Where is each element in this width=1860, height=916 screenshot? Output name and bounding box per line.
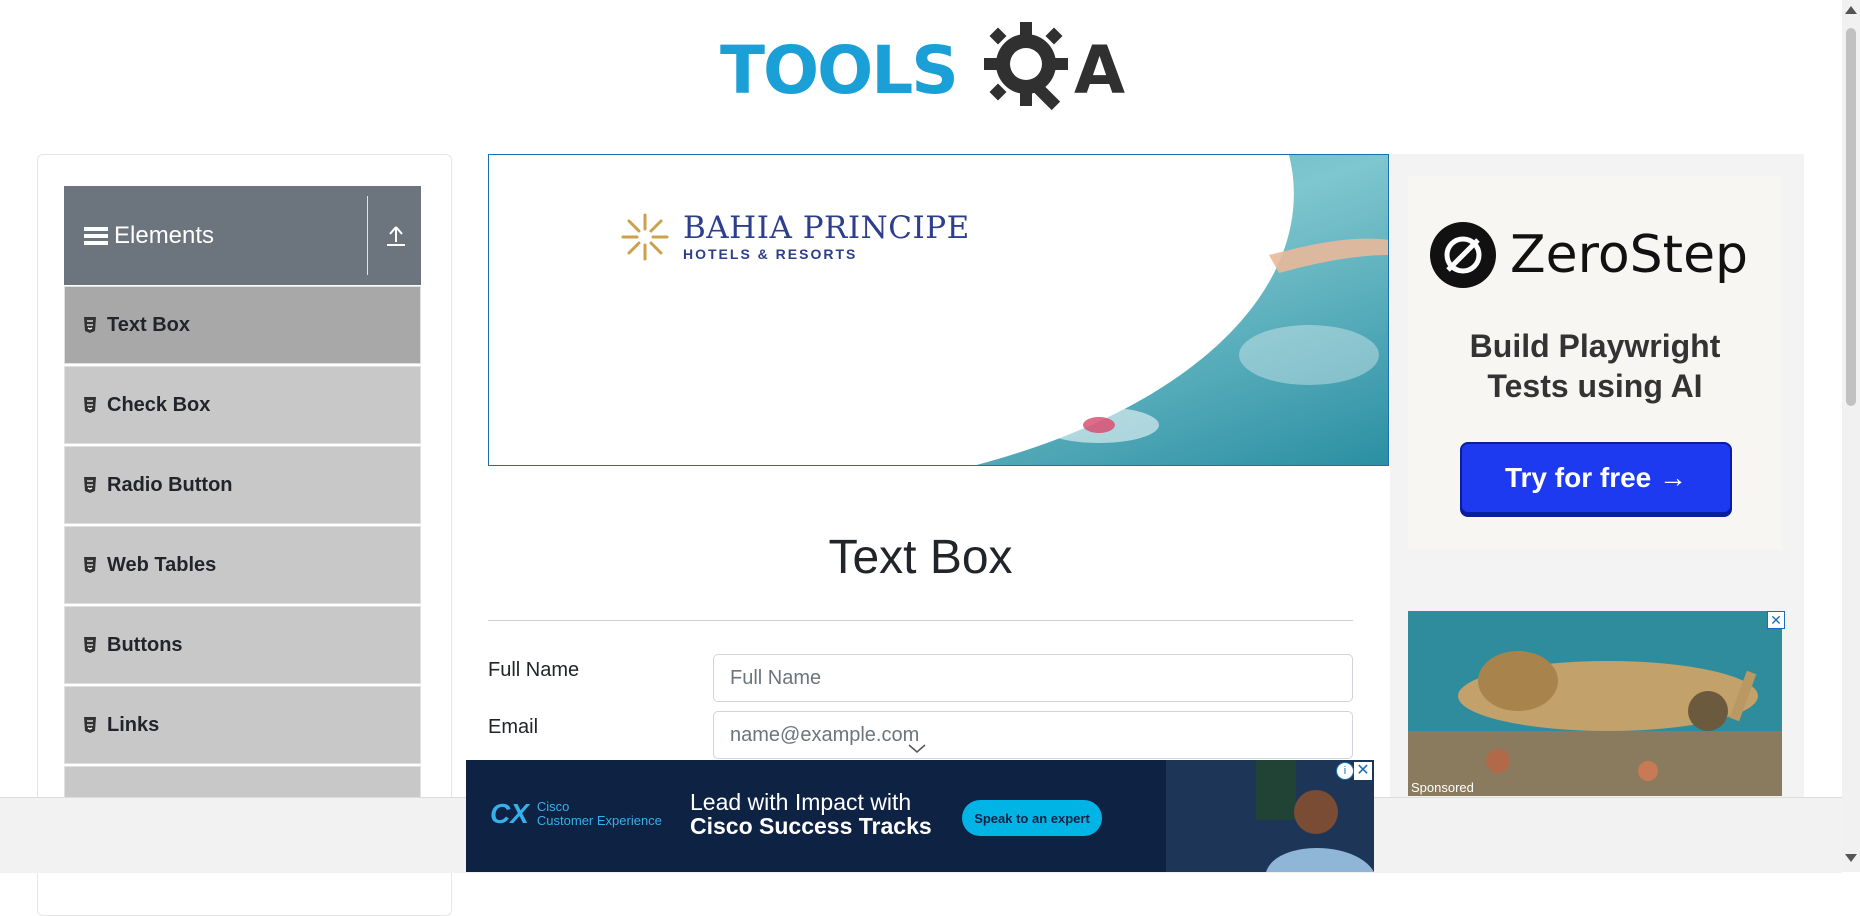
sidebar-item-buttons[interactable]: Buttons	[64, 606, 421, 684]
full-name-label: Full Name	[488, 659, 580, 681]
brand-sub: HOTELS & RESORTS	[683, 246, 858, 262]
headline-line-2: Cisco Success Tracks	[690, 813, 932, 839]
sun-mark-icon	[621, 213, 669, 261]
gear-magnifier-icon	[984, 22, 1068, 111]
logo-text-qa: A	[1074, 32, 1126, 109]
try-for-free-button[interactable]: Try for free →	[1460, 442, 1732, 514]
cisco-logo-line-1: Cisco	[536, 799, 570, 814]
sidebar-item-label: Web Tables	[107, 553, 217, 576]
hamburger-icon	[84, 226, 108, 245]
sidebar-item-label: Text Box	[107, 313, 190, 336]
sidebar-item-check-box[interactable]: Check Box	[64, 366, 421, 444]
title-divider	[488, 620, 1353, 621]
html5-icon	[84, 637, 96, 653]
html5-icon	[84, 397, 96, 413]
tagline-line-2: Tests using AI	[1487, 368, 1703, 404]
toolsqa-logo[interactable]: TOOLS A	[720, 18, 1126, 114]
collapse-upload-icon[interactable]	[386, 224, 406, 248]
zerostep-tagline: Build Playwright Tests using AI	[1408, 326, 1782, 406]
ad-info-icon[interactable]: i	[1336, 762, 1354, 780]
html5-icon	[84, 477, 96, 493]
page-title: Text Box	[828, 531, 1013, 584]
close-ad-icon[interactable]: ✕	[1354, 762, 1372, 780]
zerostep-mark-icon	[1430, 222, 1496, 288]
underwater-plane-image	[1408, 611, 1782, 796]
speak-to-expert-button[interactable]: Speak to an expert	[962, 800, 1102, 836]
sponsored-label: Sponsored	[1411, 780, 1474, 795]
sidebar-item-radio-button[interactable]: Radio Button	[64, 446, 421, 524]
bahia-principe-banner-ad[interactable]: BAHIA PRINCIPE HOTELS & RESORTS	[488, 154, 1389, 466]
sidebar-item-label: Buttons	[107, 633, 183, 656]
scroll-up-arrow-icon[interactable]	[1845, 6, 1857, 14]
headline-line-1: Lead with Impact with	[690, 789, 912, 815]
email-label: Email	[488, 716, 539, 738]
elements-menu-list: Text Box Check Box Radio Button Web Tabl…	[64, 286, 421, 846]
chevron-down-icon	[908, 744, 926, 753]
scroll-down-arrow-icon[interactable]	[1845, 854, 1857, 862]
cisco-cx-logo: CX Cisco Customer Experience	[490, 798, 662, 830]
sponsored-plane-ad[interactable]	[1408, 611, 1782, 796]
html5-icon	[84, 317, 96, 333]
elements-group-header[interactable]: Elements	[64, 186, 421, 285]
html5-icon	[84, 717, 96, 733]
header-divider	[367, 196, 368, 275]
tagline-line-1: Build Playwright	[1469, 328, 1721, 364]
group-title: Elements	[114, 221, 215, 249]
cisco-headline: Lead with Impact with Cisco Success Trac…	[690, 790, 932, 838]
sidebar-item-label: Radio Button	[107, 473, 233, 496]
sidebar-item-label: Check Box	[107, 393, 211, 416]
logo-text-tools: TOOLS	[720, 32, 959, 109]
brand-name: BAHIA PRINCIPE	[683, 210, 970, 246]
pool-water-image	[489, 155, 1388, 465]
email-input[interactable]	[713, 711, 1353, 759]
cx-mark: CX	[490, 798, 529, 829]
html5-icon	[84, 557, 96, 573]
bahia-principe-logo: BAHIA PRINCIPE HOTELS & RESORTS	[619, 211, 970, 263]
sidebar-item-links[interactable]: Links	[64, 686, 421, 764]
cisco-bottom-ad[interactable]: CX Cisco Customer Experience Lead with I…	[466, 760, 1374, 872]
sidebar-item-web-tables[interactable]: Web Tables	[64, 526, 421, 604]
close-ad-icon[interactable]: ✕	[1767, 611, 1785, 629]
sidebar-item-label: Links	[107, 713, 160, 736]
zerostep-logo: ZeroStep	[1430, 222, 1748, 288]
full-name-input[interactable]	[713, 654, 1353, 702]
zerostep-brand: ZeroStep	[1510, 225, 1749, 285]
cisco-logo-line-2: Customer Experience	[536, 813, 662, 828]
sidebar-item-text-box[interactable]: Text Box	[64, 286, 421, 364]
scrollbar-thumb[interactable]	[1846, 28, 1856, 406]
